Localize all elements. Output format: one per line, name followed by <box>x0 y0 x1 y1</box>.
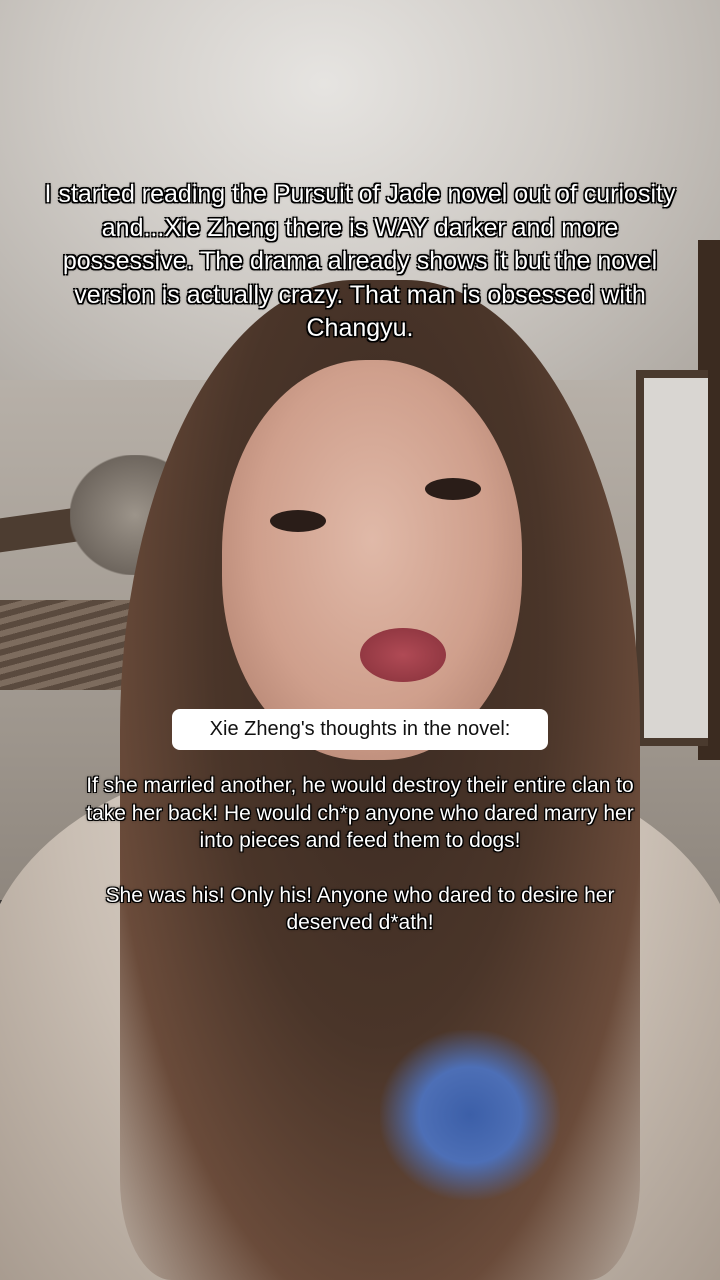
shirt-graphic <box>380 1030 560 1200</box>
quote-block: If she married another, he would destroy… <box>80 772 640 964</box>
label-text: Xie Zheng's thoughts in the novel: <box>209 718 511 740</box>
lips <box>360 628 446 682</box>
face <box>222 360 522 760</box>
label-pill: Xie Zheng's thoughts in the novel: <box>172 709 548 750</box>
right-eye <box>425 478 481 500</box>
left-eye <box>270 510 326 532</box>
quote-paragraph-1: If she married another, he would destroy… <box>86 774 634 852</box>
quote-paragraph-2: She was his! Only his! Anyone who dared … <box>105 883 615 935</box>
top-caption: I started reading the Pursuit of Jade no… <box>44 180 676 342</box>
door-frame <box>636 370 708 746</box>
